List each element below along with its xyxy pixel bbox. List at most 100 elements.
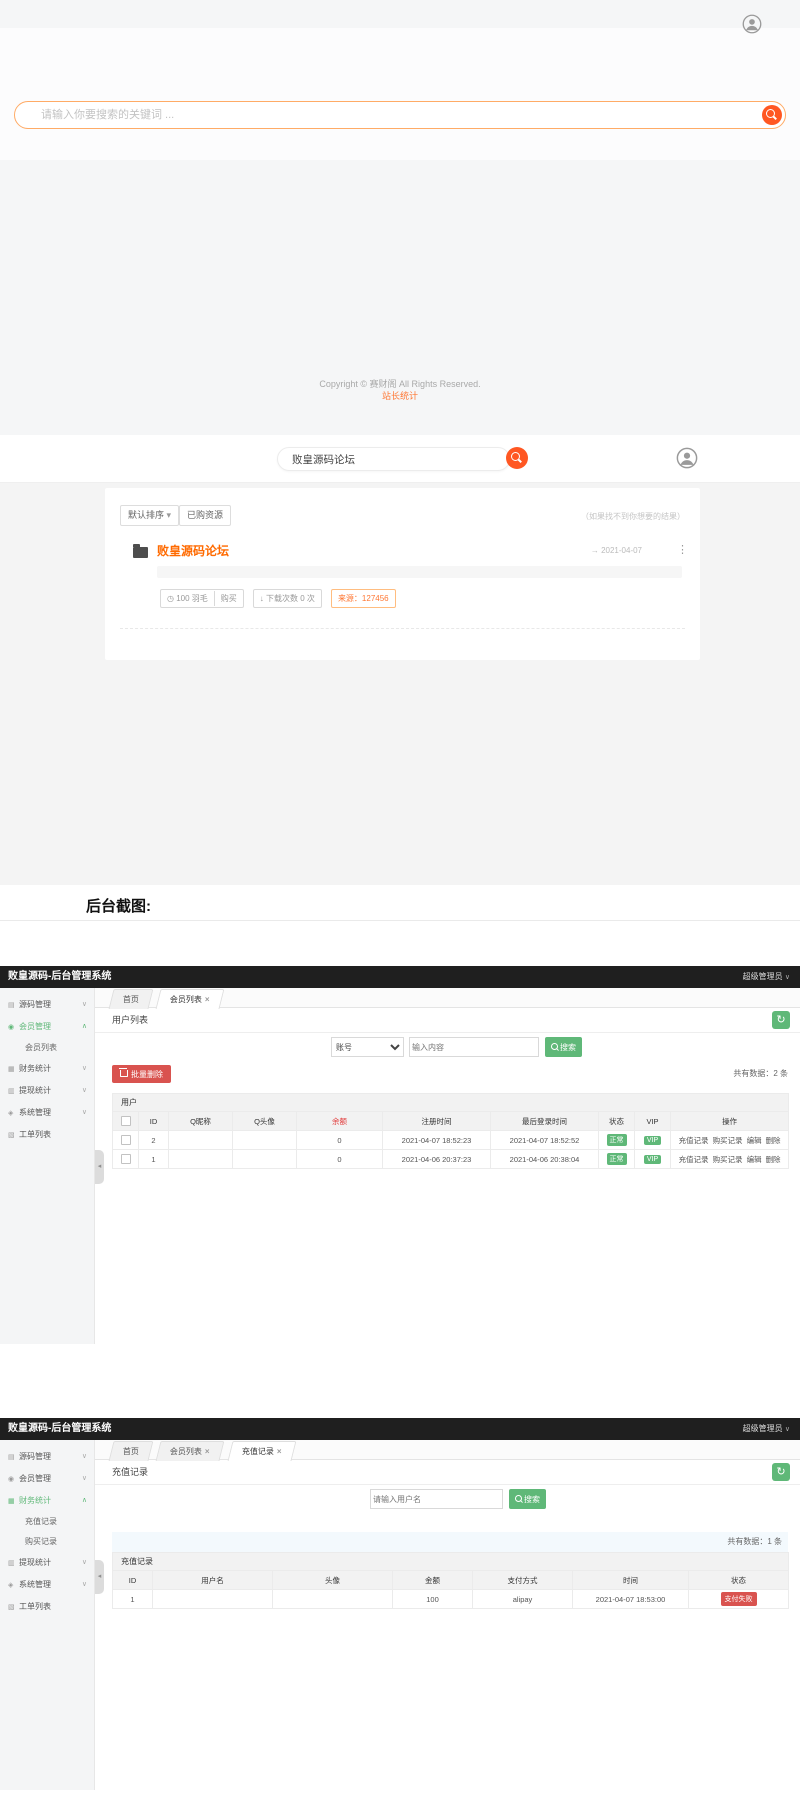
site-stats-link[interactable]: 站长统计 xyxy=(0,389,800,402)
sidebar-item-finance-stats[interactable]: ▦财务统计 ∧ xyxy=(0,1490,94,1512)
op-recharge-records[interactable]: 充值记录 xyxy=(679,1136,709,1145)
search-content-input[interactable] xyxy=(409,1037,539,1057)
table-toolbar: 批量删除 共有数据：2 条 xyxy=(112,1065,788,1087)
sidebar-subitem-recharge-records[interactable]: 充值记录 xyxy=(0,1512,94,1532)
sidebar-item-source-manage[interactable]: ▤源码管理 ∨ xyxy=(0,1446,94,1468)
sidebar-collapse-handle[interactable]: ◂ xyxy=(95,1150,104,1184)
admin-user-dropdown[interactable]: 超级管理员 ∨ xyxy=(743,1418,790,1441)
source-badge: 来源：127456 xyxy=(331,589,396,608)
sidebar-item-member-manage[interactable]: ◉会员管理 ∨ xyxy=(0,1468,94,1490)
table-row: 1 0 2021-04-06 20:37:23 2021-04-06 20:38… xyxy=(113,1150,789,1169)
caret-down-icon: ▾ xyxy=(167,510,172,520)
price-buy-badge[interactable]: ◷ 100 羽毛 购买 xyxy=(160,589,244,608)
admin-panel-recharge: 败皇源码-后台管理系统 超级管理员 ∨ ▤源码管理 ∨ ◉会员管理 ∨ ▦财务统… xyxy=(0,1418,800,1790)
data-count: 共有数据：1 条 xyxy=(727,1532,782,1552)
sidebar-item-withdraw-stats[interactable]: ▥提现统计 ∨ xyxy=(0,1552,94,1574)
tab-close-icon[interactable]: × xyxy=(205,995,210,1004)
sidebar-subitem-member-list[interactable]: 会员列表 xyxy=(0,1038,94,1058)
sidebar-item-member-manage[interactable]: ◉会员管理 ∧ xyxy=(0,1016,94,1038)
purchased-button[interactable]: 已购资源 xyxy=(179,505,231,526)
results-page: 默认排序 ▾ 已购资源 （如果找不到你想要的结果） 败皇源码论坛 → 2021-… xyxy=(0,435,800,885)
results-search-bar xyxy=(277,447,510,471)
sidebar-item-system-manage[interactable]: ◈系统管理 ∨ xyxy=(0,1102,94,1124)
members-table: 用户 ID Q昵称 Q头像 余额 注册时间 最后登录时间 状态 VIP 操作 xyxy=(112,1093,789,1169)
chart-icon: ▦ xyxy=(8,1491,19,1513)
tab-bar: 首页 会员列表× xyxy=(95,988,800,1008)
op-recharge-records[interactable]: 充值记录 xyxy=(679,1155,709,1164)
chevron-down-icon: ∨ xyxy=(82,1468,87,1490)
payment-failed-badge: 支付失败 xyxy=(721,1592,757,1606)
front-page: Copyright © 赛财阁 All Rights Reserved. 站长统… xyxy=(0,0,800,435)
results-search-input[interactable] xyxy=(290,449,494,469)
clock-icon: ◷ xyxy=(167,594,174,603)
page: Copyright © 赛财阁 All Rights Reserved. 站长统… xyxy=(0,0,800,1800)
user-avatar-icon[interactable] xyxy=(676,447,698,469)
sidebar-item-finance-stats[interactable]: ▦财务统计 ∨ xyxy=(0,1058,94,1080)
op-delete[interactable]: 删除 xyxy=(766,1136,781,1145)
op-purchase-records[interactable]: 购买记录 xyxy=(713,1136,743,1145)
grid-icon: ▤ xyxy=(8,995,19,1017)
buy-button: 购买 xyxy=(214,591,243,606)
tab-bar: 首页 会员列表× 充值记录× xyxy=(95,1440,800,1460)
sidebar-collapse-handle[interactable]: ◂ xyxy=(95,1560,104,1594)
sidebar-item-ticket-list[interactable]: ▧工单列表 xyxy=(0,1124,94,1146)
search-submit-button[interactable]: 搜索 xyxy=(509,1489,546,1509)
ticket-icon: ▧ xyxy=(8,1125,19,1147)
backend-caption: 后台截图: xyxy=(86,895,151,916)
page-title: 用户列表 xyxy=(112,1008,148,1032)
search-icon xyxy=(511,452,520,461)
chevron-down-icon: ∨ xyxy=(82,1552,87,1574)
tab-close-icon[interactable]: × xyxy=(276,1447,281,1456)
vip-badge: VIP xyxy=(644,1155,661,1164)
refresh-button[interactable]: ↻ xyxy=(772,1011,790,1029)
data-count: 共有数据：2 条 xyxy=(733,1065,788,1083)
table-header-row: ID 用户名 头像 金额 支付方式 时间 状态 xyxy=(113,1571,789,1590)
username-search-input[interactable] xyxy=(370,1489,503,1509)
admin-user-dropdown[interactable]: 超级管理员 ∨ xyxy=(743,966,790,989)
tab-member-list[interactable]: 会员列表× xyxy=(156,1441,225,1461)
results-search-button[interactable] xyxy=(506,447,528,469)
batch-delete-button[interactable]: 批量删除 xyxy=(112,1065,171,1083)
main-search-input[interactable] xyxy=(39,103,643,127)
stats-icon: ▥ xyxy=(8,1553,19,1575)
table-header-row: ID Q昵称 Q头像 余额 注册时间 最后登录时间 状态 VIP 操作 xyxy=(113,1112,789,1131)
result-header-note: （如果找不到你想要的结果） xyxy=(581,511,685,522)
sidebar-item-system-manage[interactable]: ◈系统管理 ∨ xyxy=(0,1574,94,1596)
table-group-header: 用户 xyxy=(113,1094,789,1112)
user-icon: ◉ xyxy=(8,1469,19,1491)
sidebar-item-source-manage[interactable]: ▤源码管理 ∨ xyxy=(0,994,94,1016)
row-checkbox[interactable] xyxy=(121,1154,131,1164)
search-field-select[interactable]: 账号 xyxy=(331,1037,404,1057)
select-all-checkbox[interactable] xyxy=(121,1116,131,1126)
result-title-link[interactable]: 败皇源码论坛 xyxy=(157,542,229,559)
tab-home[interactable]: 首页 xyxy=(109,1441,154,1461)
chevron-down-icon: ∨ xyxy=(82,1574,87,1596)
sidebar-item-ticket-list[interactable]: ▧工单列表 xyxy=(0,1596,94,1618)
search-submit-button[interactable]: 搜索 xyxy=(545,1037,582,1057)
row-checkbox[interactable] xyxy=(121,1135,131,1145)
op-edit[interactable]: 编辑 xyxy=(747,1155,762,1164)
status-badge: 正常 xyxy=(607,1134,627,1146)
op-delete[interactable]: 删除 xyxy=(766,1155,781,1164)
user-avatar-icon[interactable] xyxy=(742,14,762,34)
table-row: 1 100 alipay 2021-04-07 18:53:00 支付失败 xyxy=(113,1590,789,1609)
tab-home[interactable]: 首页 xyxy=(109,989,154,1009)
table-toolbar: 共有数据：1 条 xyxy=(112,1532,788,1552)
chevron-down-icon: ∨ xyxy=(82,1102,87,1124)
search-row: 账号 搜索 xyxy=(95,1032,800,1062)
share-arrow-icon: → xyxy=(591,546,599,555)
tab-member-list[interactable]: 会员列表× xyxy=(156,989,225,1009)
tab-close-icon[interactable]: × xyxy=(205,1447,210,1456)
sidebar-item-withdraw-stats[interactable]: ▥提现统计 ∨ xyxy=(0,1080,94,1102)
sidebar-subitem-purchase-records[interactable]: 购买记录 xyxy=(0,1532,94,1552)
gear-icon: ◈ xyxy=(8,1103,19,1125)
admin-header-bar: 败皇源码-后台管理系统 超级管理员 ∨ xyxy=(0,966,800,988)
op-edit[interactable]: 编辑 xyxy=(747,1136,762,1145)
more-options-icon[interactable]: ⋮ xyxy=(677,543,688,556)
search-button[interactable] xyxy=(762,105,782,125)
sort-dropdown[interactable]: 默认排序 ▾ xyxy=(120,505,179,526)
op-purchase-records[interactable]: 购买记录 xyxy=(713,1155,743,1164)
results-header-bar xyxy=(0,435,800,483)
refresh-button[interactable]: ↻ xyxy=(772,1463,790,1481)
tab-recharge-records[interactable]: 充值记录× xyxy=(227,1441,296,1461)
